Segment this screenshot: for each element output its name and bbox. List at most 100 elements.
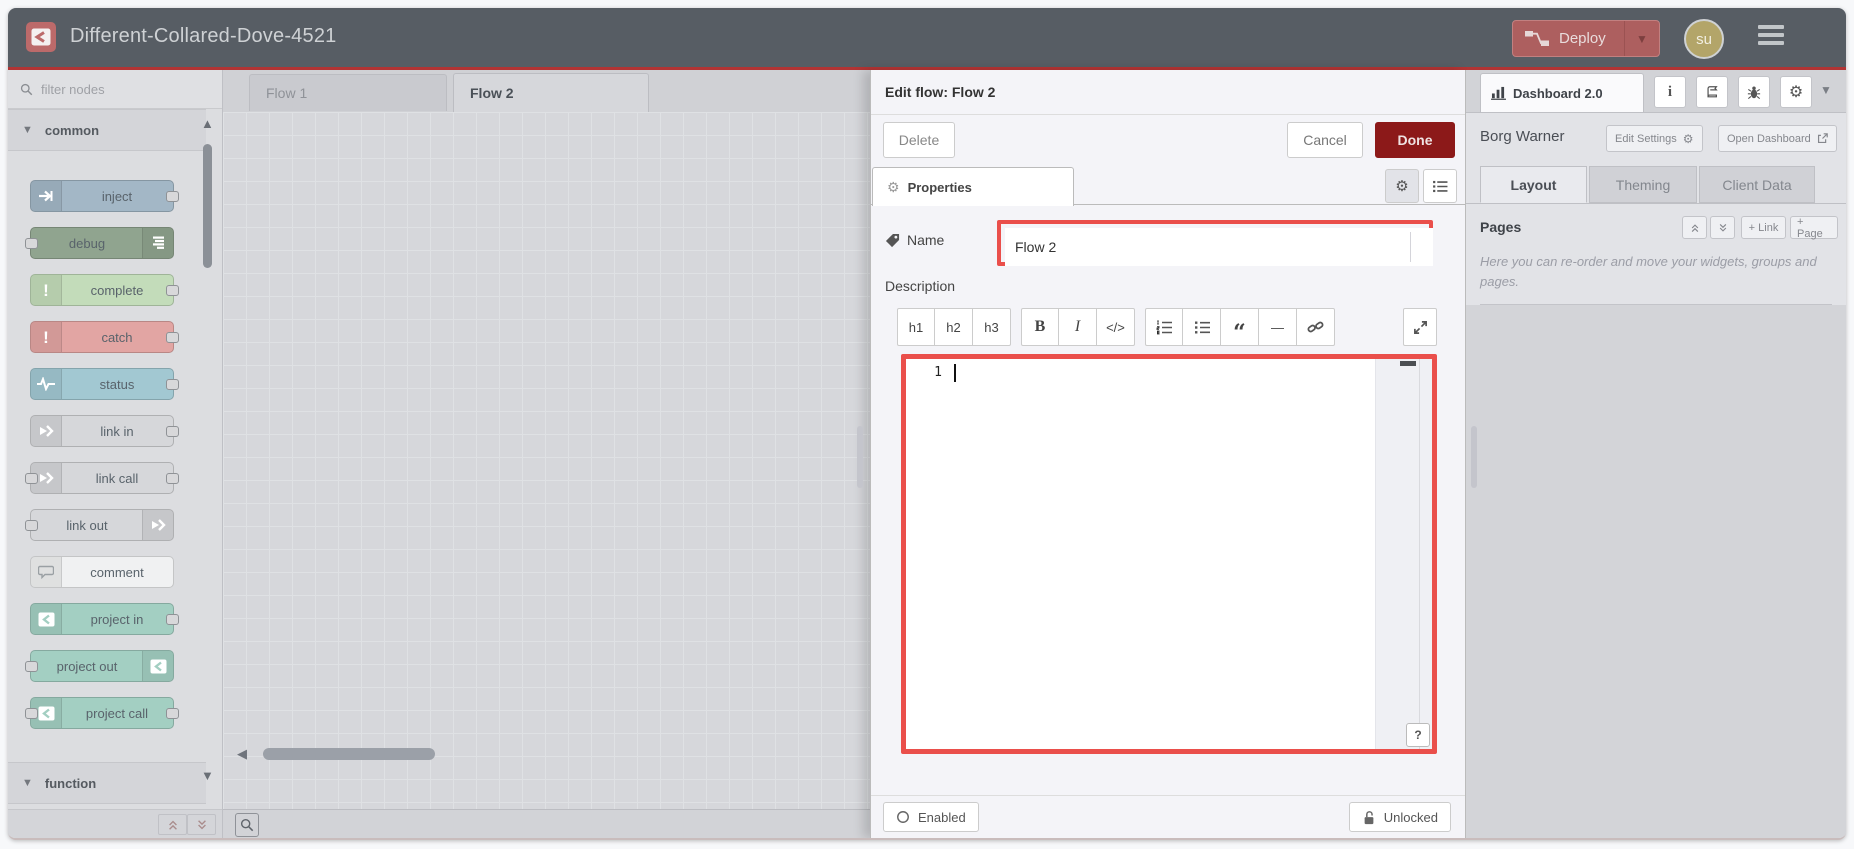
sidebar-tab-strip: Dashboard 2.0 i ⚙ ▼ bbox=[1466, 70, 1846, 113]
input-divider bbox=[1410, 232, 1411, 262]
sidebar-config-button[interactable]: ⚙ bbox=[1780, 76, 1812, 108]
edit-flow-tray: Edit flow: Flow 2 Delete Cancel Done ⚙ P… bbox=[857, 70, 1466, 838]
tray-resize-handle[interactable] bbox=[857, 426, 863, 488]
add-page-button[interactable]: + Page bbox=[1790, 216, 1838, 240]
link-button[interactable] bbox=[1297, 308, 1335, 346]
palette-node-comment[interactable]: comment bbox=[30, 556, 174, 588]
description-view-button[interactable] bbox=[1423, 169, 1457, 203]
sidebar-tab-client-data[interactable]: Client Data bbox=[1699, 166, 1815, 203]
comment-icon bbox=[31, 557, 62, 587]
edit-settings-button[interactable]: Edit Settings ⚙ bbox=[1606, 125, 1703, 152]
deploy-button[interactable]: Deploy ▼ bbox=[1512, 20, 1660, 57]
name-field-highlight bbox=[997, 220, 1433, 266]
expand-editor-button[interactable] bbox=[1403, 308, 1437, 346]
edit-properties-view-button[interactable]: ⚙ bbox=[1385, 169, 1419, 203]
sidebar-resize-handle[interactable] bbox=[1471, 426, 1477, 488]
quote-button[interactable]: “ bbox=[1221, 308, 1259, 346]
open-dashboard-button[interactable]: Open Dashboard bbox=[1718, 125, 1837, 152]
palette-node-debug[interactable]: debug bbox=[25, 227, 174, 259]
tab-properties[interactable]: ⚙ Properties bbox=[872, 167, 1074, 206]
search-icon bbox=[20, 83, 33, 95]
flow-locked-toggle[interactable]: Unlocked bbox=[1348, 802, 1451, 832]
horizontal-rule-button[interactable]: — bbox=[1259, 308, 1297, 346]
pages-collapse-all-button[interactable] bbox=[1682, 216, 1707, 239]
sidebar-help-button[interactable] bbox=[1696, 76, 1728, 108]
palette-scrollbar-thumb[interactable] bbox=[203, 144, 212, 268]
flow-canvas[interactable] bbox=[223, 112, 870, 810]
node-output-port bbox=[166, 332, 179, 343]
palette-node-project-call[interactable]: project call bbox=[25, 697, 179, 729]
edit-settings-label: Edit Settings bbox=[1615, 132, 1677, 145]
markdown-toolbar: h1 h2 h3 B I </> “— bbox=[897, 308, 1437, 346]
page-title: Different-Collared-Dove-4521 bbox=[70, 25, 337, 47]
external-link-icon bbox=[1817, 133, 1828, 144]
editor-vscrollbar-thumb[interactable] bbox=[1400, 361, 1416, 366]
deploy-icon bbox=[1525, 31, 1549, 46]
add-link-button[interactable]: + Link bbox=[1741, 216, 1786, 239]
flow-enabled-toggle[interactable]: Enabled bbox=[883, 802, 979, 832]
bar-chart-icon bbox=[1491, 86, 1506, 100]
double-chevron-down-icon bbox=[197, 819, 206, 829]
palette-node-complete[interactable]: ! complete bbox=[30, 274, 179, 306]
sidebar-debug-button[interactable] bbox=[1738, 76, 1770, 108]
palette-scroll-up-arrow[interactable]: ▲ bbox=[201, 116, 214, 131]
palette-node-project-out[interactable]: project out bbox=[25, 650, 174, 682]
sidebar-tab-layout[interactable]: Layout bbox=[1480, 166, 1587, 203]
tab-dashboard-2[interactable]: Dashboard 2.0 bbox=[1480, 73, 1644, 112]
palette-node-status[interactable]: status bbox=[30, 368, 179, 400]
palette-node-link-in[interactable]: link in bbox=[30, 415, 179, 447]
deploy-label: Deploy bbox=[1559, 30, 1606, 47]
pages-expand-all-button[interactable] bbox=[1710, 216, 1735, 239]
delete-button[interactable]: Delete bbox=[883, 122, 955, 158]
double-chevron-down-icon bbox=[1719, 223, 1726, 232]
h2-button[interactable]: h2 bbox=[935, 308, 973, 346]
sidebar-tabs-caret[interactable]: ▼ bbox=[1820, 83, 1832, 97]
gear-icon: ⚙ bbox=[1682, 131, 1694, 146]
main-menu-button[interactable] bbox=[1758, 25, 1784, 49]
description-editor[interactable]: 1 ? bbox=[906, 359, 1432, 749]
canvas-search-button[interactable] bbox=[235, 813, 259, 837]
palette-search-input[interactable]: filter nodes bbox=[8, 70, 222, 109]
node-label: complete bbox=[90, 282, 144, 298]
node-input-port bbox=[25, 520, 38, 531]
tab-flow-1[interactable]: Flow 1 bbox=[249, 74, 447, 111]
dashboard-project-name: Borg Warner bbox=[1480, 128, 1565, 145]
palette-node-link-out[interactable]: link out bbox=[25, 509, 174, 541]
exclamation-icon: ! bbox=[31, 275, 62, 305]
unordered-list-button[interactable] bbox=[1183, 308, 1221, 346]
palette-category-common[interactable]: ▼ common bbox=[8, 109, 206, 151]
node-output-port bbox=[166, 379, 179, 390]
user-avatar[interactable]: su bbox=[1684, 19, 1724, 59]
palette-node-link-call[interactable]: link call bbox=[25, 462, 179, 494]
expand-all-categories-button[interactable] bbox=[187, 814, 216, 835]
ordered-list-button[interactable] bbox=[1145, 308, 1183, 346]
done-button[interactable]: Done bbox=[1375, 122, 1455, 158]
bold-button[interactable]: B bbox=[1021, 308, 1059, 346]
sidebar-info-button[interactable]: i bbox=[1654, 76, 1686, 108]
editor-help-button[interactable]: ? bbox=[1406, 723, 1430, 747]
canvas-scroll-left-arrow[interactable]: ◀ bbox=[237, 746, 247, 762]
cancel-button[interactable]: Cancel bbox=[1287, 122, 1363, 158]
tab-label: Flow 2 bbox=[470, 85, 514, 101]
palette-scroll-down-arrow[interactable]: ▼ bbox=[201, 768, 214, 783]
italic-button[interactable]: I bbox=[1059, 308, 1097, 346]
h1-button[interactable]: h1 bbox=[897, 308, 935, 346]
enabled-label: Enabled bbox=[918, 809, 966, 825]
collapse-all-categories-button[interactable] bbox=[158, 814, 187, 835]
palette-category-function[interactable]: ▼ function bbox=[8, 762, 206, 804]
info-icon: i bbox=[1667, 83, 1673, 100]
canvas-hscrollbar-thumb[interactable] bbox=[263, 748, 435, 760]
node-red-window: Different-Collared-Dove-4521 Deploy ▼ su… bbox=[8, 8, 1846, 840]
code-button[interactable]: </> bbox=[1097, 308, 1135, 346]
palette-node-catch[interactable]: ! catch bbox=[30, 321, 179, 353]
tab-flow-2[interactable]: Flow 2 bbox=[453, 73, 649, 112]
flow-name-input[interactable] bbox=[1005, 228, 1433, 266]
deploy-options-caret[interactable]: ▼ bbox=[1624, 21, 1659, 56]
palette-node-project-in[interactable]: project in bbox=[30, 603, 179, 635]
sidebar-tab-theming[interactable]: Theming bbox=[1589, 166, 1697, 203]
h3-button[interactable]: h3 bbox=[973, 308, 1011, 346]
palette-node-inject[interactable]: inject bbox=[30, 180, 179, 212]
list-icon bbox=[1432, 180, 1447, 192]
name-label: Name bbox=[907, 232, 945, 248]
tag-icon bbox=[885, 233, 900, 247]
